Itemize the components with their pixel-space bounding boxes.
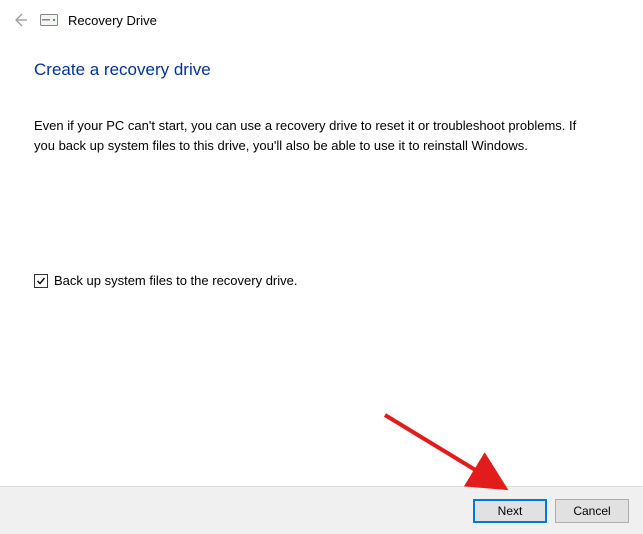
title-bar: Recovery Drive xyxy=(0,0,643,36)
checkbox-label: Back up system files to the recovery dri… xyxy=(54,273,297,288)
drive-icon xyxy=(40,13,58,27)
wizard-footer: Next Cancel xyxy=(0,486,643,534)
window-title: Recovery Drive xyxy=(68,13,157,28)
backup-checkbox-row[interactable]: Back up system files to the recovery dri… xyxy=(34,273,609,288)
cancel-button[interactable]: Cancel xyxy=(555,499,629,523)
checkbox-icon[interactable] xyxy=(34,274,48,288)
description-text: Even if your PC can't start, you can use… xyxy=(34,116,594,155)
back-arrow-icon[interactable] xyxy=(10,10,30,30)
next-button[interactable]: Next xyxy=(473,499,547,523)
wizard-content: Create a recovery drive Even if your PC … xyxy=(0,36,643,288)
page-heading: Create a recovery drive xyxy=(34,60,609,80)
